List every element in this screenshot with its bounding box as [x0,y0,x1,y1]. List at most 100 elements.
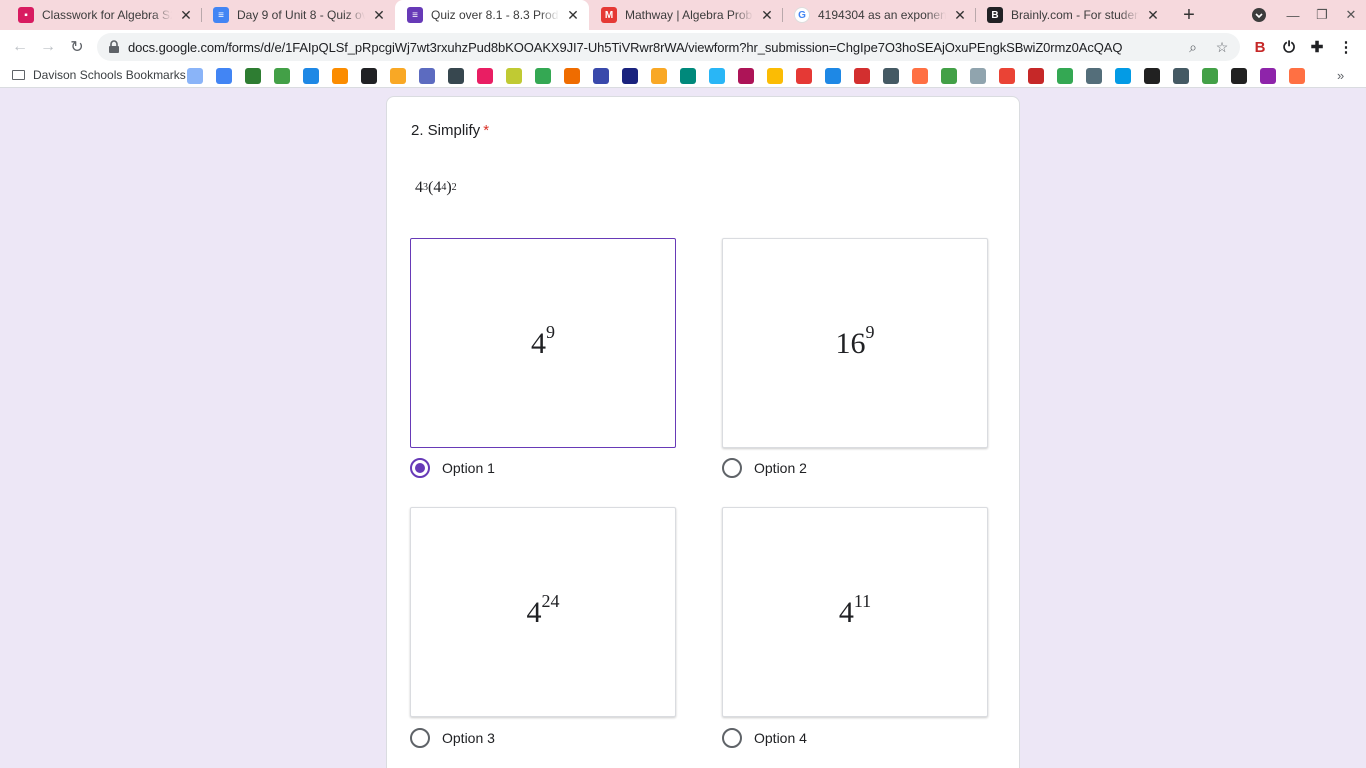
option-3-image[interactable]: 424 [410,507,676,717]
option-3-label: Option 3 [442,730,495,746]
map-icon[interactable] [1115,68,1131,84]
close-icon[interactable]: ✕ [952,7,968,23]
close-icon[interactable]: ✕ [1145,7,1161,23]
hex-icon[interactable] [680,68,696,84]
option-1-radio[interactable] [410,458,430,478]
tab-title: 4194304 as an exponent - G [818,8,946,22]
option-4-image[interactable]: 411 [722,507,988,717]
close-icon[interactable]: ✕ [565,7,581,23]
new-tab-button[interactable]: + [1177,3,1201,27]
close-icon[interactable]: ✕ [371,7,387,23]
tab-day9-doc[interactable]: ≡ Day 9 of Unit 8 - Quiz over 8 ✕ [201,0,395,30]
w2-icon[interactable] [1028,68,1044,84]
green-plus-icon[interactable] [1057,68,1073,84]
colorwheel-icon[interactable] [796,68,812,84]
option-1-label: Option 1 [442,460,495,476]
option-1-image[interactable]: 49 [410,238,676,448]
e2-icon[interactable] [651,68,667,84]
option-2-radio[interactable] [722,458,742,478]
option-1-choice[interactable]: Option 1 [410,458,495,478]
bookmark-folder[interactable]: Davison Schools Bookmarks [12,68,186,82]
green-circle-icon[interactable] [1202,68,1218,84]
option-2-exponent: 9 [865,321,875,342]
w-icon[interactable] [564,68,580,84]
expr-exponent: 3 [423,182,428,193]
circle-icon[interactable] [477,68,493,84]
url-text[interactable]: docs.google.com/forms/d/e/1FAIpQLSf_pRpc… [128,40,1122,55]
close-icon[interactable]: ✕ [759,7,775,23]
spiral-icon[interactable] [419,68,435,84]
menu-kebab-icon[interactable]: ⋮ [1335,36,1357,58]
option-2-base: 16 [835,326,866,360]
tab-brainly[interactable]: B Brainly.com - For students. ✕ [975,0,1169,30]
e-icon[interactable] [390,68,406,84]
check-icon[interactable] [941,68,957,84]
boat-icon[interactable] [912,68,928,84]
back-arrow-icon[interactable]: ← [8,35,32,59]
tab-search-icon[interactable] [1244,0,1274,30]
bookmark-folder-label: Davison Schools Bookmarks [33,68,186,82]
docs2-icon[interactable] [825,68,841,84]
required-asterisk: * [483,122,490,139]
leaf-icon[interactable] [274,68,290,84]
option-3-choice[interactable]: Option 3 [410,728,495,748]
mathway-icon: M [601,7,617,23]
book-icon[interactable] [303,68,319,84]
b-icon[interactable] [361,68,377,84]
zoom-icon[interactable]: ⌕ [1184,38,1202,56]
plus-icon[interactable] [535,68,551,84]
expr-inner-exponent: 4 [441,182,447,193]
option-2-image[interactable]: 169 [722,238,988,448]
tab-title: Quiz over 8.1 - 8.3 Product, [431,8,559,22]
docs-icon[interactable] [216,68,232,84]
arrow-icon[interactable] [709,68,725,84]
bike-icon[interactable] [883,68,899,84]
building-icon[interactable] [738,68,754,84]
globe-icon[interactable] [1173,68,1189,84]
s-icon[interactable] [1086,68,1102,84]
pencil-icon[interactable] [970,68,986,84]
drive-icon[interactable] [767,68,783,84]
option-3-radio[interactable] [410,728,430,748]
power-icon[interactable]: ⏻ [1278,36,1300,58]
tab-classwork[interactable]: ▪ Classwork for Algebra S2 V ✕ [6,0,202,30]
reload-icon[interactable]: ↻ [65,35,89,59]
option-4-choice[interactable]: Option 4 [722,728,807,748]
address-bar[interactable]: docs.google.com/forms/d/e/1FAIpQLSf_pRpc… [97,33,1240,61]
m-icon[interactable] [854,68,870,84]
expr-base: 4 [415,179,423,196]
extensions-puzzle-icon[interactable]: ✚ [1306,36,1328,58]
google-icon: G [794,7,810,23]
bookmark-star-icon[interactable]: ☆ [1213,38,1231,56]
question-title: 2. Simplify * [411,122,489,139]
question-title-text: 2. Simplify [411,122,481,139]
puzzle-icon[interactable] [1289,68,1305,84]
quizlet-icon[interactable] [593,68,609,84]
tab-mathway[interactable]: M Mathway | Algebra Problem ✕ [589,0,783,30]
gmail-icon[interactable] [999,68,1015,84]
sphere-icon[interactable] [1231,68,1247,84]
brazil-flag-icon[interactable] [245,68,261,84]
q-icon[interactable] [448,68,464,84]
paw-icon[interactable] [1144,68,1160,84]
option-1-exponent: 9 [546,321,555,342]
option-4-radio[interactable] [722,728,742,748]
tab-quiz-form[interactable]: ≡ Quiz over 8.1 - 8.3 Product, ✕ [395,0,589,30]
forward-arrow-icon[interactable]: → [36,35,60,59]
tab-google-search[interactable]: G 4194304 as an exponent - G ✕ [782,0,976,30]
tab-title: Classwork for Algebra S2 V [42,8,172,22]
figure-icon[interactable] [332,68,348,84]
moon-icon[interactable] [1260,68,1276,84]
option-2-choice[interactable]: Option 2 [722,458,807,478]
tci-icon[interactable] [622,68,638,84]
window-close-icon[interactable]: ✕ [1336,0,1366,30]
weather-icon[interactable] [187,68,203,84]
extension-b-icon[interactable]: B [1249,36,1271,58]
image-icon[interactable] [506,68,522,84]
option-4-base: 4 [838,595,854,629]
more-bookmarks-icon[interactable]: » [1337,68,1344,83]
close-icon[interactable]: ✕ [178,7,194,23]
restore-icon[interactable]: ❐ [1307,0,1337,30]
minimize-icon[interactable]: — [1278,0,1308,30]
option-3-exponent: 24 [541,590,560,611]
